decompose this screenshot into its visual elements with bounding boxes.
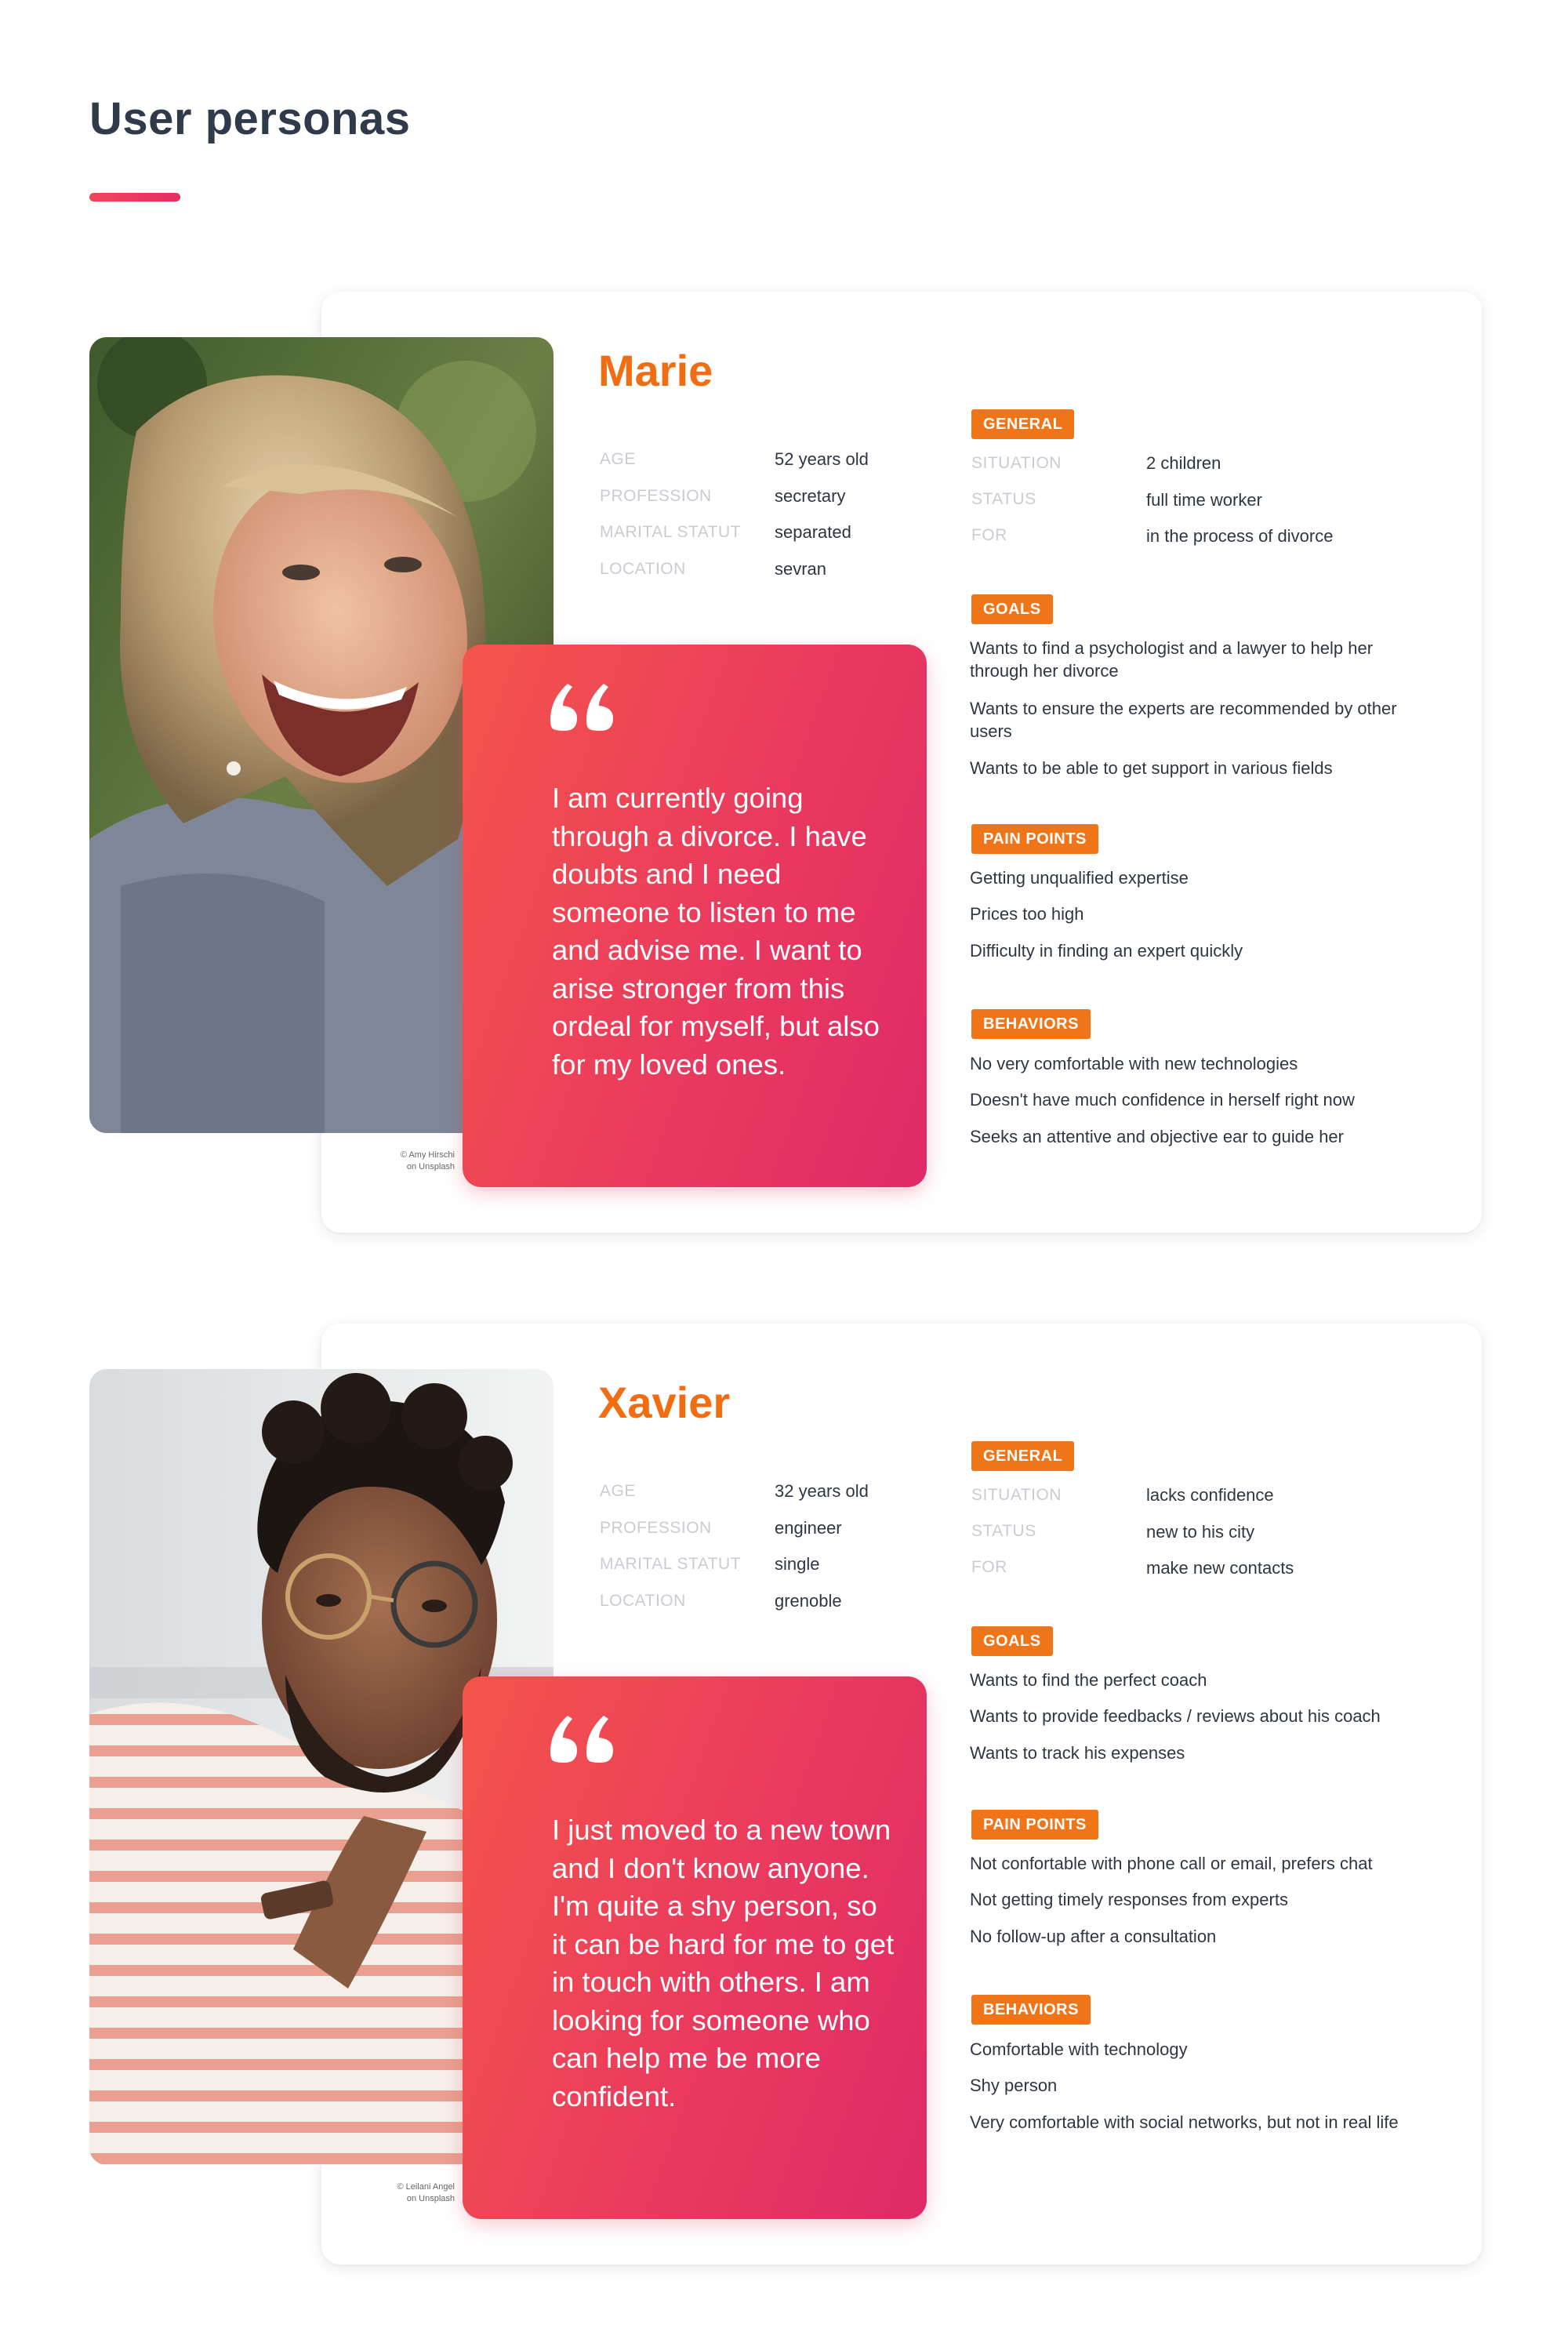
persona-name: Xavier bbox=[598, 1378, 731, 1427]
behaviors-tag: BEHAVIORS bbox=[971, 1995, 1091, 2025]
general-value: new to his city bbox=[1146, 1522, 1255, 1542]
persona-quote-box: I am currently going through a divorce. … bbox=[463, 645, 927, 1187]
persona-card-marie: © Amy Hirschi on Unsplash I am currently… bbox=[0, 292, 1568, 1248]
info-label: LOCATION bbox=[600, 560, 686, 578]
page-title: User personas bbox=[89, 93, 411, 144]
behavior-item: Shy person bbox=[970, 2076, 1058, 2095]
title-underline bbox=[89, 193, 180, 202]
quote-icon bbox=[550, 684, 613, 731]
goals-tag: GOALS bbox=[971, 594, 1053, 624]
goal-item: Wants to ensure the experts are recommen… bbox=[970, 699, 1397, 741]
quote-icon bbox=[550, 1716, 613, 1763]
pain-point-item: Not getting timely responses from expert… bbox=[970, 1890, 1288, 1909]
general-label: FOR bbox=[971, 1558, 1007, 1576]
info-value: single bbox=[775, 1554, 820, 1574]
persona-card-xavier: © Leilani Angel on Unsplash I just moved… bbox=[0, 1324, 1568, 2280]
pain-point-item: No follow-up after a consultation bbox=[970, 1927, 1217, 1946]
pain-point-item: Getting unqualified expertise bbox=[970, 868, 1189, 888]
pain-points-tag: PAIN POINTS bbox=[971, 1810, 1098, 1840]
persona-name: Marie bbox=[598, 346, 713, 395]
pain-point-item: Prices too high bbox=[970, 904, 1084, 924]
goal-item: Wants to find the perfect coach bbox=[970, 1670, 1207, 1690]
persona-quote-text: I just moved to a new town and I don't k… bbox=[552, 1814, 895, 2112]
general-value: full time worker bbox=[1146, 490, 1262, 510]
photo-credit: © Leilani Angel on Unsplash bbox=[397, 2182, 455, 2203]
pain-point-item: Not confortable with phone call or email… bbox=[970, 1854, 1373, 1873]
behavior-item: Doesn't have much confidence in herself … bbox=[970, 1090, 1355, 1110]
info-value: 52 years old bbox=[775, 449, 869, 469]
info-value: sevran bbox=[775, 559, 827, 579]
pain-points-tag: PAIN POINTS bbox=[971, 824, 1098, 854]
info-label: AGE bbox=[600, 450, 636, 468]
behavior-item: Seeks an attentive and objective ear to … bbox=[970, 1127, 1344, 1146]
goal-item: Wants to provide feedbacks / reviews abo… bbox=[970, 1706, 1381, 1726]
photo-credit: © Amy Hirschi on Unsplash bbox=[400, 1150, 455, 1171]
general-tag: GENERAL bbox=[971, 409, 1075, 439]
info-value: separated bbox=[775, 522, 851, 542]
goals-tag: GOALS bbox=[971, 1626, 1053, 1656]
behavior-item: No very comfortable with new technologie… bbox=[970, 1054, 1298, 1073]
general-value: in the process of divorce bbox=[1146, 526, 1334, 546]
behaviors-tag: BEHAVIORS bbox=[971, 1009, 1091, 1039]
info-label: MARITAL STATUT bbox=[600, 1555, 742, 1573]
general-label: SITUATION bbox=[971, 454, 1062, 472]
info-label: LOCATION bbox=[600, 1592, 686, 1610]
info-label: MARITAL STATUT bbox=[600, 523, 742, 541]
info-value: grenoble bbox=[775, 1591, 842, 1611]
info-label: PROFESSION bbox=[600, 1519, 712, 1537]
goal-item: Wants to find a psychologist and a lawye… bbox=[970, 638, 1374, 681]
info-value: secretary bbox=[775, 486, 846, 506]
general-label: SITUATION bbox=[971, 1486, 1062, 1504]
behavior-item: Comfortable with technology bbox=[970, 2039, 1188, 2059]
goal-item: Wants to be able to get support in vario… bbox=[970, 758, 1333, 778]
goal-item: Wants to track his expenses bbox=[970, 1743, 1185, 1763]
info-value: 32 years old bbox=[775, 1481, 869, 1501]
pain-point-item: Difficulty in finding an expert quickly bbox=[970, 941, 1243, 961]
info-value: engineer bbox=[775, 1518, 842, 1538]
info-label: AGE bbox=[600, 1482, 636, 1500]
general-value: make new contacts bbox=[1146, 1558, 1294, 1578]
persona-quote-text: I am currently going through a divorce. … bbox=[552, 782, 880, 1081]
behavior-item: Very comfortable with social networks, b… bbox=[970, 2112, 1399, 2132]
general-label: STATUS bbox=[971, 490, 1036, 508]
info-label: PROFESSION bbox=[600, 487, 712, 505]
persona-quote-box: I just moved to a new town and I don't k… bbox=[463, 1676, 927, 2219]
general-label: STATUS bbox=[971, 1522, 1036, 1540]
general-value: lacks confidence bbox=[1146, 1485, 1274, 1505]
general-tag: GENERAL bbox=[971, 1441, 1075, 1471]
general-value: 2 children bbox=[1146, 453, 1221, 473]
general-label: FOR bbox=[971, 526, 1007, 544]
